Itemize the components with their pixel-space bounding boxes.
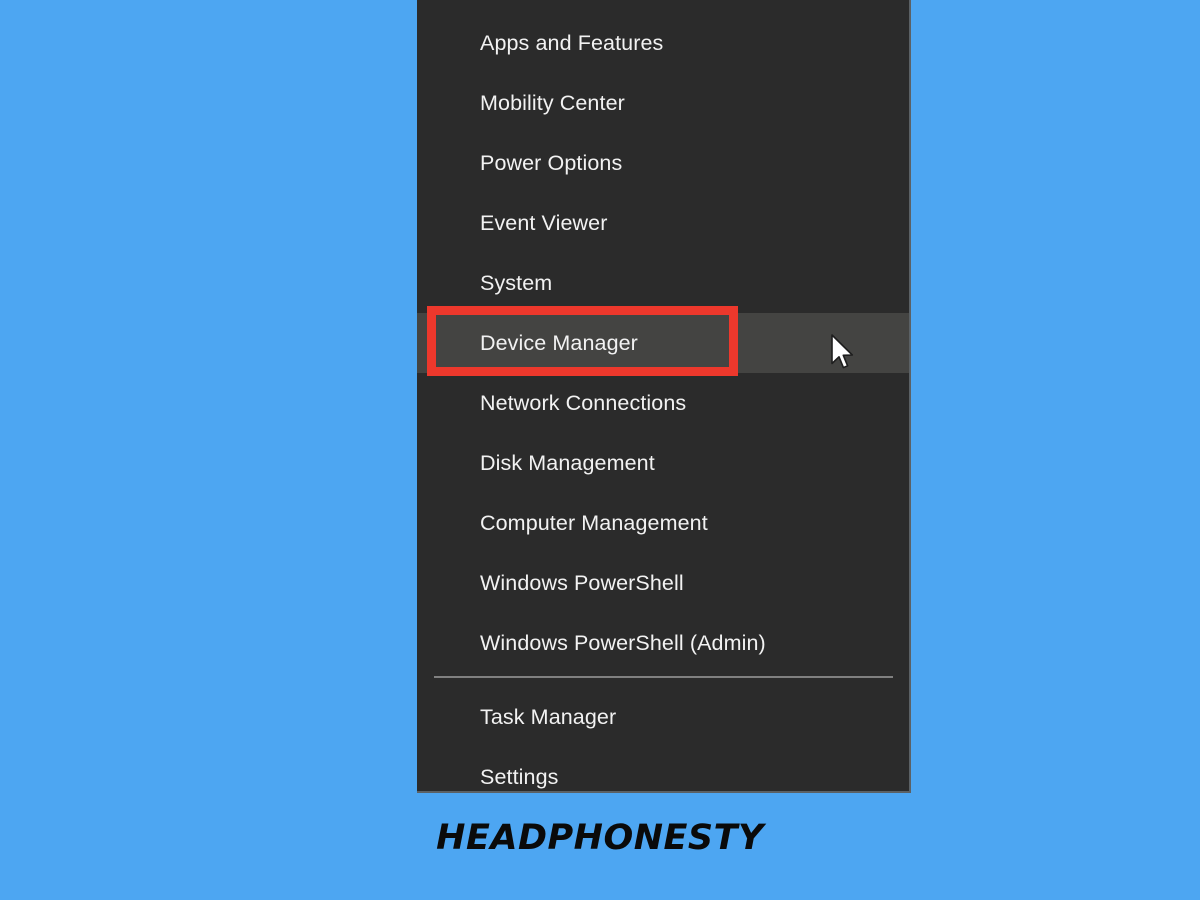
menu-item-label: Windows PowerShell (Admin): [480, 630, 766, 655]
menu-item-windows-powershell[interactable]: Windows PowerShell: [417, 553, 909, 613]
power-user-context-menu: Apps and Features Mobility Center Power Op…: [417, 0, 911, 793]
menu-item-task-manager[interactable]: Task Manager: [417, 687, 909, 747]
menu-item-windows-powershell-admin[interactable]: Windows PowerShell (Admin): [417, 613, 909, 673]
menu-item-system[interactable]: System: [417, 253, 909, 313]
headphonesty-watermark: HEADPHONESTY: [436, 818, 764, 858]
menu-item-power-options[interactable]: Power Options: [417, 133, 909, 193]
screenshot-root: Apps and Features Mobility Center Power Op…: [0, 0, 1200, 900]
menu-item-mobility-center[interactable]: Mobility Center: [417, 73, 909, 133]
menu-item-label: Event Viewer: [480, 210, 608, 235]
menu-item-label: Device Manager: [480, 330, 638, 355]
menu-item-network-connections[interactable]: Network Connections: [417, 373, 909, 433]
menu-item-device-manager[interactable]: Device Manager: [417, 313, 909, 373]
menu-item-disk-management[interactable]: Disk Management: [417, 433, 909, 493]
menu-item-event-viewer[interactable]: Event Viewer: [417, 193, 909, 253]
menu-item-label: Settings: [480, 764, 559, 789]
menu-item-label: Network Connections: [480, 390, 687, 415]
menu-item-label: Power Options: [480, 150, 623, 175]
menu-item-label: Mobility Center: [480, 90, 625, 115]
menu-item-label: Disk Management: [480, 450, 655, 475]
menu-item-label: System: [480, 270, 553, 295]
menu-item-label: Windows PowerShell: [480, 570, 684, 595]
menu-item-apps-and-features[interactable]: Apps and Features: [417, 13, 909, 73]
menu-item-label: Apps and Features: [480, 30, 664, 55]
menu-item-computer-management[interactable]: Computer Management: [417, 493, 909, 553]
menu-item-label: Computer Management: [480, 510, 708, 535]
menu-item-settings[interactable]: Settings: [417, 747, 909, 791]
menu-separator: [434, 676, 893, 678]
menu-item-label: Task Manager: [480, 704, 617, 729]
